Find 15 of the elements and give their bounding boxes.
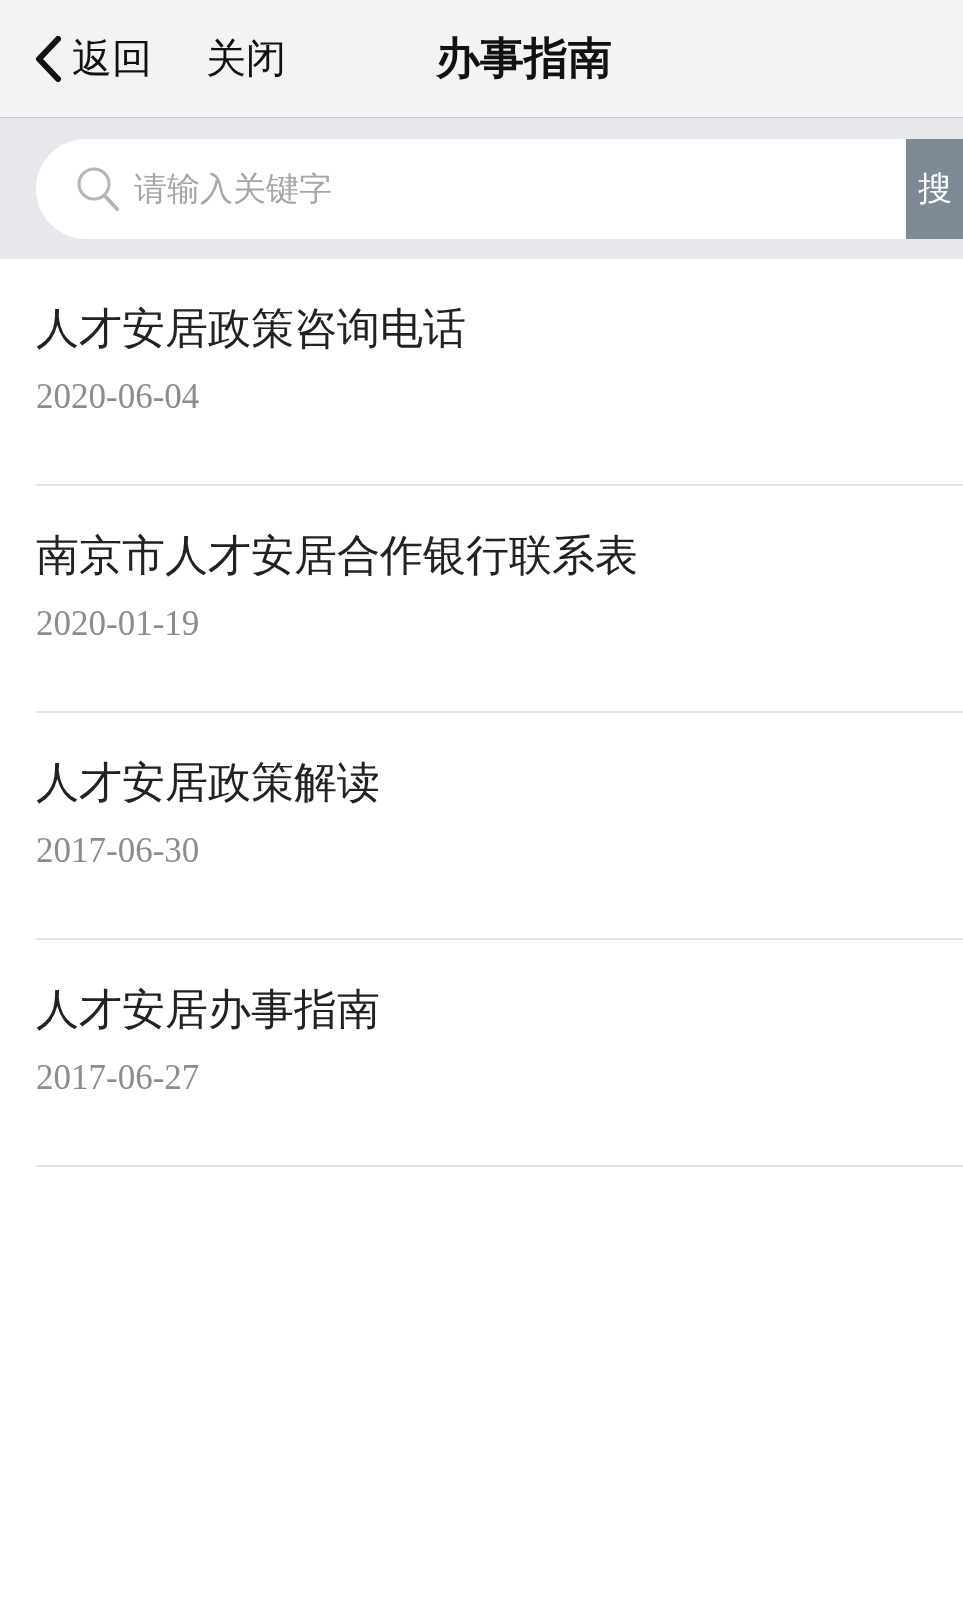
search-field[interactable]: 请输入关键字 bbox=[36, 138, 906, 239]
guide-title[interactable]: 人才安居政策解读 bbox=[36, 757, 380, 809]
guide-title[interactable]: 人才安居政策咨询电话 bbox=[36, 303, 466, 355]
publish-date: 2020-01-19 bbox=[36, 603, 200, 644]
guide-title[interactable]: 人才安居办事指南 bbox=[36, 984, 380, 1036]
close-button[interactable]: 关闭 bbox=[206, 31, 286, 86]
search-button[interactable]: 搜 bbox=[906, 138, 963, 239]
search-icon bbox=[76, 165, 120, 212]
publish-date: 2017-06-30 bbox=[36, 830, 200, 871]
back-icon bbox=[34, 35, 62, 82]
publish-date: 2017-06-27 bbox=[36, 1057, 200, 1098]
publish-date: 2020-06-04 bbox=[36, 376, 200, 417]
back-button[interactable]: 返回 bbox=[34, 31, 152, 86]
page-title: 办事指南 bbox=[436, 31, 612, 85]
guide-title[interactable]: 南京市人才安居合作银行联系表 bbox=[36, 530, 638, 582]
